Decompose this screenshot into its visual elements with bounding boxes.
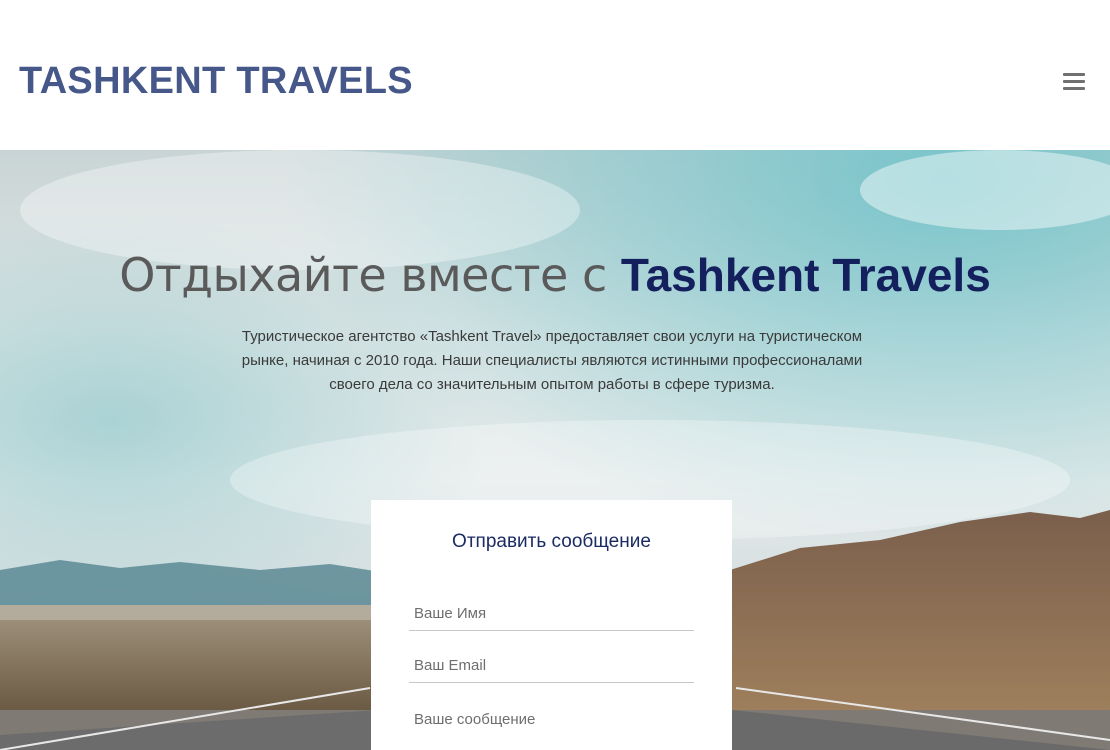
hero-description: Туристическое агентство «Tashkent Travel… [241, 328, 863, 393]
menu-bar [1063, 73, 1085, 76]
form-title: Отправить сообщение [452, 531, 651, 552]
hero-heading-prefix: Отдыхайте вместе с [119, 248, 621, 302]
hero-section: Отдыхайте вместе с Tashkent Travels Тури… [0, 150, 1110, 750]
hamburger-menu-icon[interactable] [1060, 68, 1088, 96]
message-input[interactable] [409, 702, 694, 736]
menu-bar [1063, 80, 1085, 83]
hero-heading: Отдыхайте вместе с Tashkent Travels [0, 248, 1110, 302]
menu-bar [1063, 87, 1085, 90]
hero-heading-brand: Tashkent Travels [620, 249, 991, 301]
contact-form: Отправить сообщение [371, 500, 732, 750]
name-input[interactable] [409, 597, 694, 631]
site-header: TASHKENT TRAVELS [0, 0, 1110, 150]
site-logo[interactable]: TASHKENT TRAVELS [19, 60, 413, 103]
email-input[interactable] [409, 649, 694, 683]
